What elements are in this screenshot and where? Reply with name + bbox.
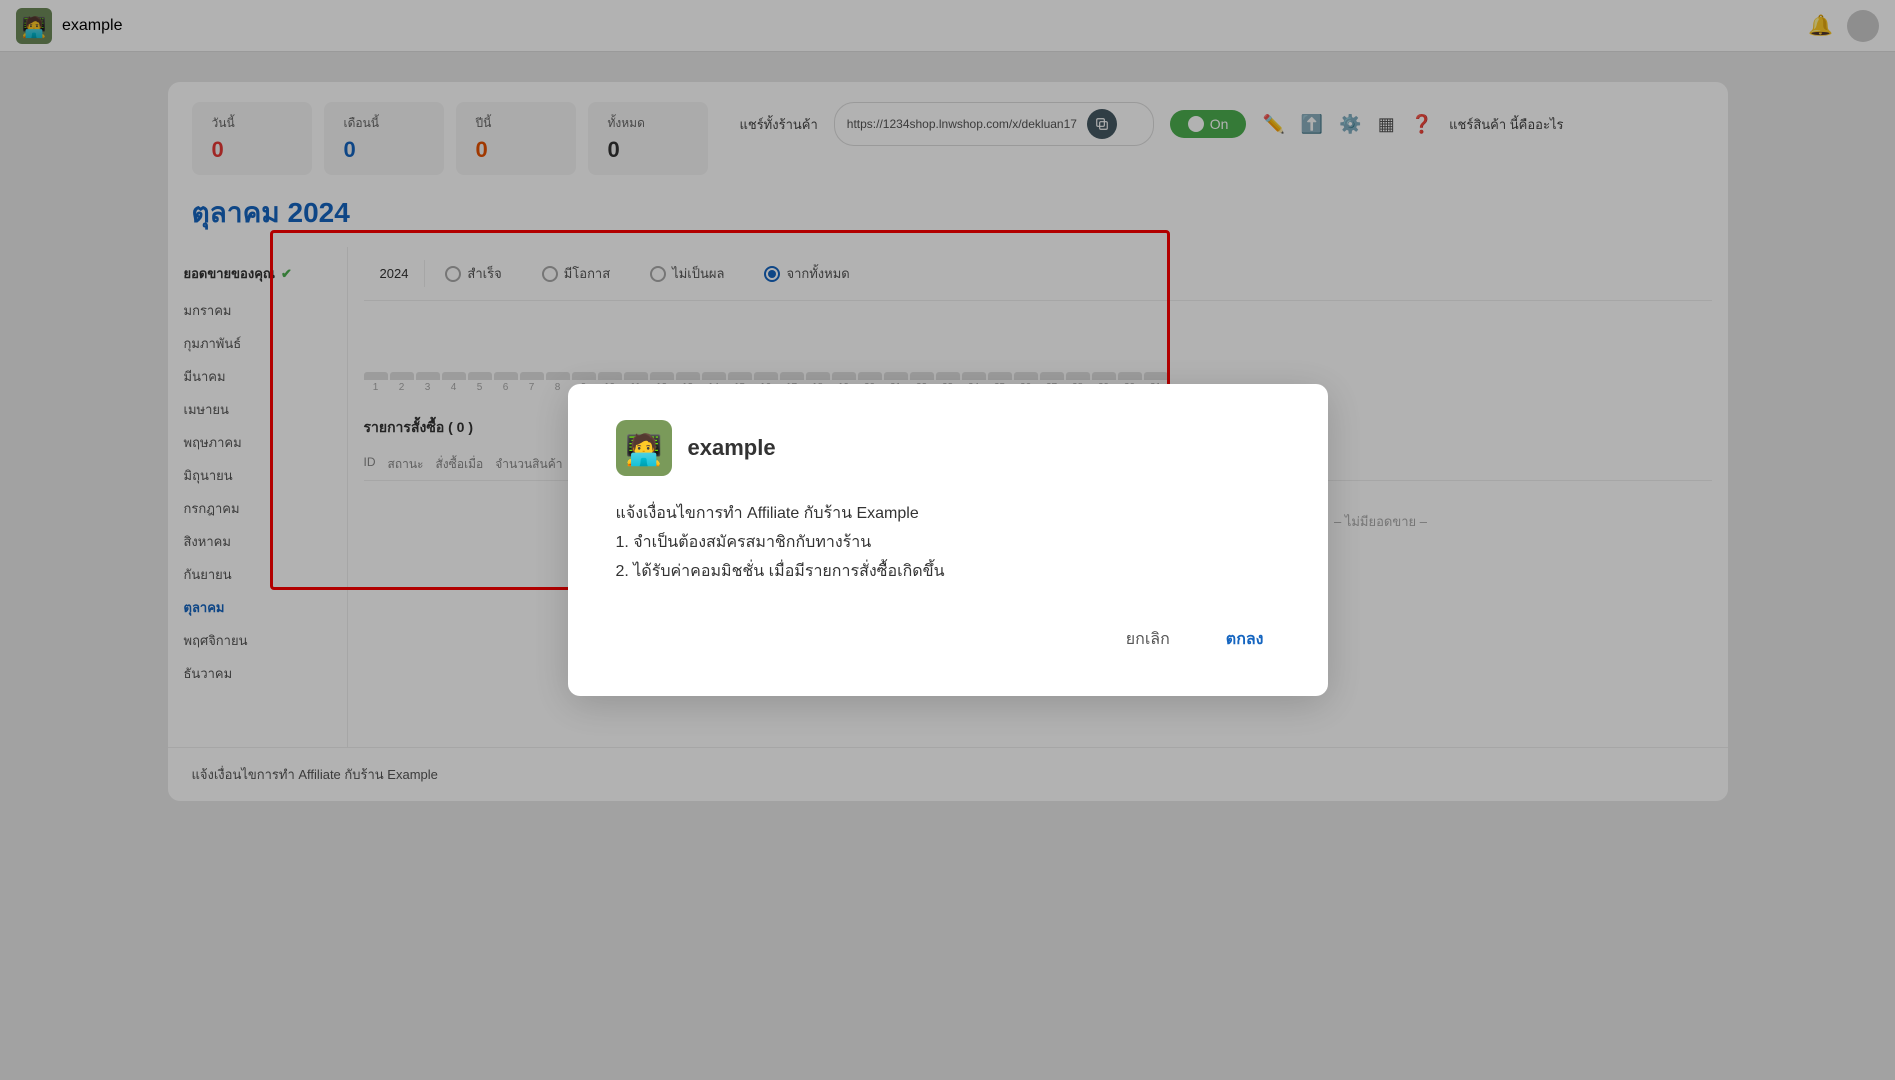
modal-footer: ยกเลิก ตกลง [616,619,1280,660]
cancel-button[interactable]: ยกเลิก [1110,619,1186,660]
modal-body-line3: 2. ได้รับค่าคอมมิชชั่น เมื่อมีรายการสั่ง… [616,558,1280,587]
modal-overlay: 🧑‍💻 example แจ้งเงื่อนไขการทำ Affiliate … [0,0,1895,1080]
modal-title: example [688,435,776,461]
confirm-button[interactable]: ตกลง [1210,619,1280,660]
modal-logo-icon: 🧑‍💻 [616,420,672,476]
modal-body: แจ้งเงื่อนไขการทำ Affiliate กับร้าน Exam… [616,500,1280,586]
modal-header: 🧑‍💻 example [616,420,1280,476]
modal-body-line2: 1. จำเป็นต้องสมัครสมาชิกกับทางร้าน [616,529,1280,558]
modal-body-line1: แจ้งเงื่อนไขการทำ Affiliate กับร้าน Exam… [616,500,1280,529]
modal-dialog: 🧑‍💻 example แจ้งเงื่อนไขการทำ Affiliate … [568,384,1328,695]
svg-text:🧑‍💻: 🧑‍💻 [625,431,662,467]
